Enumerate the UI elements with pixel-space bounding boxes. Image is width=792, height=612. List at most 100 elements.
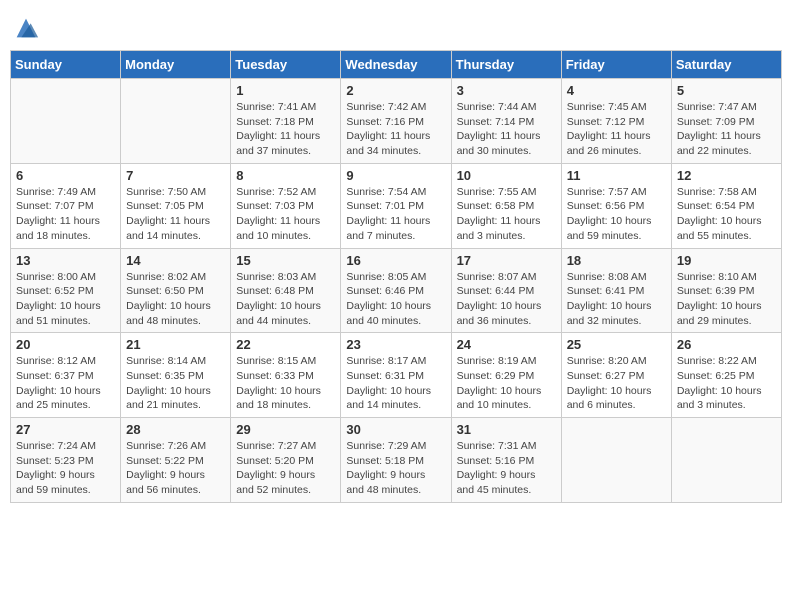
day-number: 3: [457, 83, 556, 98]
calendar-cell: 2 Sunrise: 7:42 AM Sunset: 7:16 PM Daylig…: [341, 79, 451, 164]
day-number: 21: [126, 337, 225, 352]
day-number: 17: [457, 253, 556, 268]
day-info: Sunrise: 8:00 AM Sunset: 6:52 PM Dayligh…: [16, 270, 115, 329]
day-number: 26: [677, 337, 776, 352]
calendar-cell: [11, 79, 121, 164]
calendar-cell: 4 Sunrise: 7:45 AM Sunset: 7:12 PM Daylig…: [561, 79, 671, 164]
calendar-week-row: 1 Sunrise: 7:41 AM Sunset: 7:18 PM Daylig…: [11, 79, 782, 164]
day-number: 30: [346, 422, 445, 437]
calendar-week-row: 6Sunrise: 7:49 AM Sunset: 7:07 PM Daylig…: [11, 163, 782, 248]
calendar-cell: 17 Sunrise: 8:07 AM Sunset: 6:44 PM Dayli…: [451, 248, 561, 333]
day-number: 22: [236, 337, 335, 352]
calendar-cell: 22 Sunrise: 8:15 AM Sunset: 6:33 PM Dayli…: [231, 333, 341, 418]
calendar-cell: 16Sunrise: 8:05 AM Sunset: 6:46 PM Dayli…: [341, 248, 451, 333]
day-info: Sunrise: 7:52 AM Sunset: 7:03 PM Dayligh…: [236, 185, 335, 244]
day-info: Sunrise: 7:27 AM Sunset: 5:20 PM Dayligh…: [236, 439, 335, 498]
calendar-cell: 9 Sunrise: 7:54 AM Sunset: 7:01 PM Daylig…: [341, 163, 451, 248]
day-info: Sunrise: 8:19 AM Sunset: 6:29 PM Dayligh…: [457, 354, 556, 413]
day-number: 4: [567, 83, 666, 98]
calendar-week-row: 13 Sunrise: 8:00 AM Sunset: 6:52 PM Dayli…: [11, 248, 782, 333]
day-info: Sunrise: 7:26 AM Sunset: 5:22 PM Dayligh…: [126, 439, 225, 498]
calendar-week-row: 20 Sunrise: 8:12 AM Sunset: 6:37 PM Dayli…: [11, 333, 782, 418]
calendar-cell: 28Sunrise: 7:26 AM Sunset: 5:22 PM Dayli…: [121, 418, 231, 503]
day-number: 12: [677, 168, 776, 183]
day-number: 11: [567, 168, 666, 183]
day-info: Sunrise: 7:29 AM Sunset: 5:18 PM Dayligh…: [346, 439, 445, 498]
day-info: Sunrise: 7:57 AM Sunset: 6:56 PM Dayligh…: [567, 185, 666, 244]
day-info: Sunrise: 7:44 AM Sunset: 7:14 PM Dayligh…: [457, 100, 556, 159]
calendar-cell: 25Sunrise: 8:20 AM Sunset: 6:27 PM Dayli…: [561, 333, 671, 418]
day-number: 18: [567, 253, 666, 268]
calendar-cell: 1 Sunrise: 7:41 AM Sunset: 7:18 PM Daylig…: [231, 79, 341, 164]
calendar-cell: 29 Sunrise: 7:27 AM Sunset: 5:20 PM Dayli…: [231, 418, 341, 503]
day-number: 8: [236, 168, 335, 183]
day-header-saturday: Saturday: [671, 51, 781, 79]
calendar-cell: 27Sunrise: 7:24 AM Sunset: 5:23 PM Dayli…: [11, 418, 121, 503]
page-header: [10, 10, 782, 42]
calendar-cell: 21 Sunrise: 8:14 AM Sunset: 6:35 PM Dayli…: [121, 333, 231, 418]
calendar-cell: [561, 418, 671, 503]
logo-icon: [12, 14, 40, 42]
calendar-cell: 11 Sunrise: 7:57 AM Sunset: 6:56 PM Dayli…: [561, 163, 671, 248]
day-header-monday: Monday: [121, 51, 231, 79]
day-info: Sunrise: 8:02 AM Sunset: 6:50 PM Dayligh…: [126, 270, 225, 329]
day-header-sunday: Sunday: [11, 51, 121, 79]
day-number: 15: [236, 253, 335, 268]
day-info: Sunrise: 7:45 AM Sunset: 7:12 PM Dayligh…: [567, 100, 666, 159]
day-info: Sunrise: 8:22 AM Sunset: 6:25 PM Dayligh…: [677, 354, 776, 413]
day-info: Sunrise: 8:03 AM Sunset: 6:48 PM Dayligh…: [236, 270, 335, 329]
day-number: 9: [346, 168, 445, 183]
logo: [10, 14, 40, 42]
calendar-cell: 23 Sunrise: 8:17 AM Sunset: 6:31 PM Dayli…: [341, 333, 451, 418]
day-info: Sunrise: 8:07 AM Sunset: 6:44 PM Dayligh…: [457, 270, 556, 329]
calendar-cell: 24 Sunrise: 8:19 AM Sunset: 6:29 PM Dayli…: [451, 333, 561, 418]
day-info: Sunrise: 7:54 AM Sunset: 7:01 PM Dayligh…: [346, 185, 445, 244]
day-info: Sunrise: 8:17 AM Sunset: 6:31 PM Dayligh…: [346, 354, 445, 413]
day-header-friday: Friday: [561, 51, 671, 79]
calendar-cell: 18 Sunrise: 8:08 AM Sunset: 6:41 PM Dayli…: [561, 248, 671, 333]
day-info: Sunrise: 7:31 AM Sunset: 5:16 PM Dayligh…: [457, 439, 556, 498]
day-number: 10: [457, 168, 556, 183]
calendar-cell: 19Sunrise: 8:10 AM Sunset: 6:39 PM Dayli…: [671, 248, 781, 333]
day-info: Sunrise: 7:47 AM Sunset: 7:09 PM Dayligh…: [677, 100, 776, 159]
day-info: Sunrise: 8:20 AM Sunset: 6:27 PM Dayligh…: [567, 354, 666, 413]
calendar-cell: 13 Sunrise: 8:00 AM Sunset: 6:52 PM Dayli…: [11, 248, 121, 333]
day-info: Sunrise: 8:10 AM Sunset: 6:39 PM Dayligh…: [677, 270, 776, 329]
day-number: 27: [16, 422, 115, 437]
day-number: 5: [677, 83, 776, 98]
day-number: 2: [346, 83, 445, 98]
day-info: Sunrise: 7:50 AM Sunset: 7:05 PM Dayligh…: [126, 185, 225, 244]
calendar-cell: 14Sunrise: 8:02 AM Sunset: 6:50 PM Dayli…: [121, 248, 231, 333]
calendar-cell: 10Sunrise: 7:55 AM Sunset: 6:58 PM Dayli…: [451, 163, 561, 248]
day-header-tuesday: Tuesday: [231, 51, 341, 79]
day-info: Sunrise: 8:05 AM Sunset: 6:46 PM Dayligh…: [346, 270, 445, 329]
day-info: Sunrise: 8:12 AM Sunset: 6:37 PM Dayligh…: [16, 354, 115, 413]
day-number: 23: [346, 337, 445, 352]
day-number: 13: [16, 253, 115, 268]
day-info: Sunrise: 8:15 AM Sunset: 6:33 PM Dayligh…: [236, 354, 335, 413]
day-header-thursday: Thursday: [451, 51, 561, 79]
calendar-cell: 20 Sunrise: 8:12 AM Sunset: 6:37 PM Dayli…: [11, 333, 121, 418]
calendar-cell: 26 Sunrise: 8:22 AM Sunset: 6:25 PM Dayli…: [671, 333, 781, 418]
calendar-cell: 3 Sunrise: 7:44 AM Sunset: 7:14 PM Daylig…: [451, 79, 561, 164]
day-number: 29: [236, 422, 335, 437]
day-info: Sunrise: 8:08 AM Sunset: 6:41 PM Dayligh…: [567, 270, 666, 329]
calendar-cell: 30 Sunrise: 7:29 AM Sunset: 5:18 PM Dayli…: [341, 418, 451, 503]
calendar-cell: 7 Sunrise: 7:50 AM Sunset: 7:05 PM Daylig…: [121, 163, 231, 248]
day-number: 7: [126, 168, 225, 183]
calendar-header-row: SundayMondayTuesdayWednesdayThursdayFrid…: [11, 51, 782, 79]
calendar-cell: 8 Sunrise: 7:52 AM Sunset: 7:03 PM Daylig…: [231, 163, 341, 248]
day-number: 1: [236, 83, 335, 98]
calendar-cell: [671, 418, 781, 503]
day-info: Sunrise: 7:42 AM Sunset: 7:16 PM Dayligh…: [346, 100, 445, 159]
calendar-cell: 15 Sunrise: 8:03 AM Sunset: 6:48 PM Dayli…: [231, 248, 341, 333]
day-header-wednesday: Wednesday: [341, 51, 451, 79]
day-number: 24: [457, 337, 556, 352]
day-info: Sunrise: 7:49 AM Sunset: 7:07 PM Dayligh…: [16, 185, 115, 244]
day-info: Sunrise: 7:41 AM Sunset: 7:18 PM Dayligh…: [236, 100, 335, 159]
day-number: 20: [16, 337, 115, 352]
calendar-table: SundayMondayTuesdayWednesdayThursdayFrid…: [10, 50, 782, 503]
day-info: Sunrise: 8:14 AM Sunset: 6:35 PM Dayligh…: [126, 354, 225, 413]
calendar-cell: [121, 79, 231, 164]
calendar-cell: 31Sunrise: 7:31 AM Sunset: 5:16 PM Dayli…: [451, 418, 561, 503]
